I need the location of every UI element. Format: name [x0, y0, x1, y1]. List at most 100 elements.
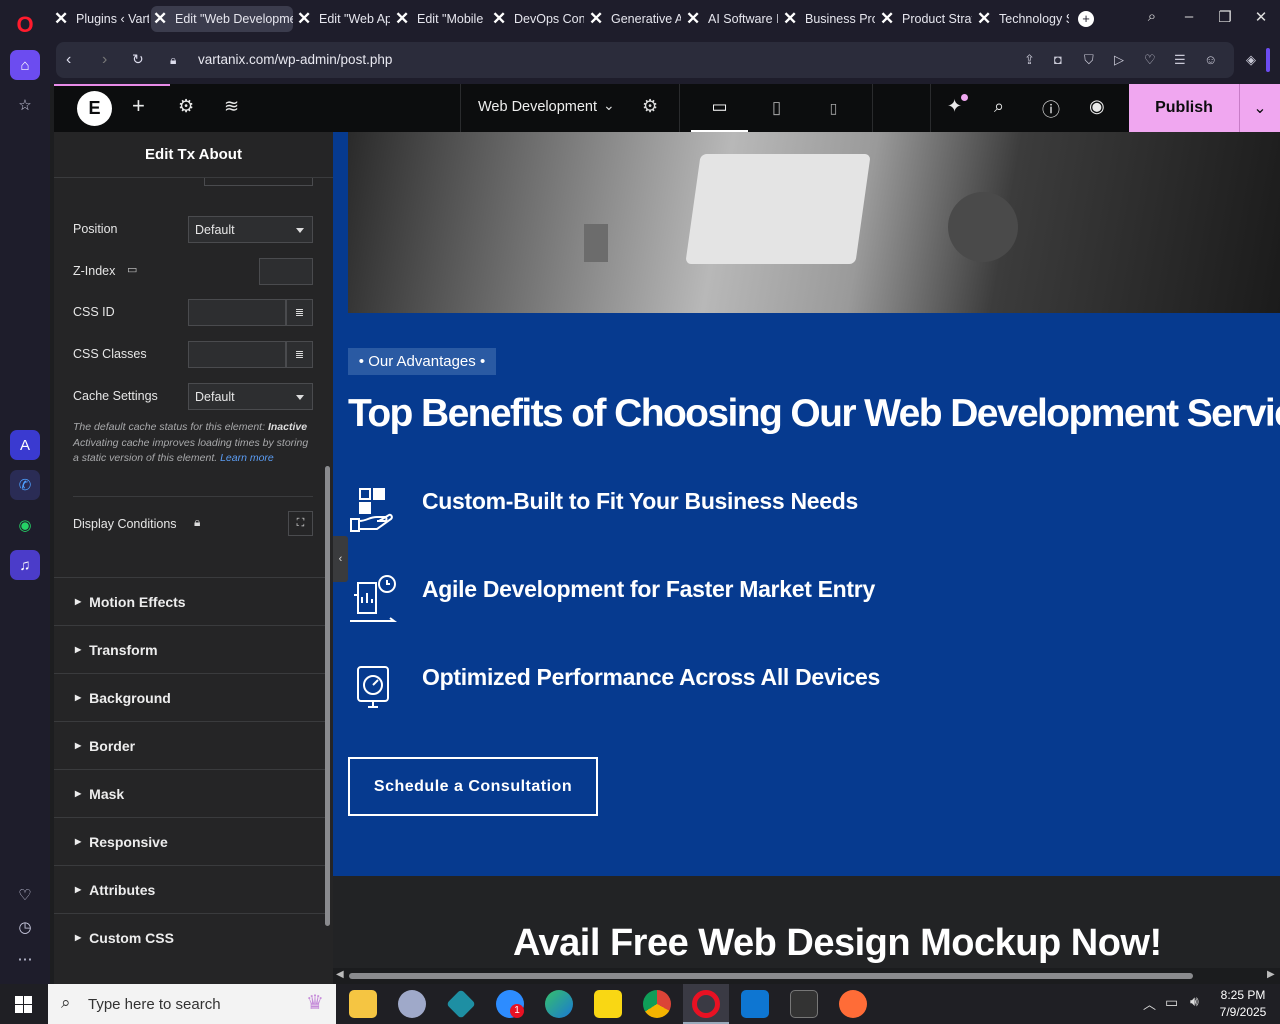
profile-icon[interactable]: ☺: [1204, 52, 1217, 67]
windows-start-icon[interactable]: [15, 996, 32, 1013]
structure-icon[interactable]: ≋: [224, 96, 239, 117]
position-select[interactable]: Default: [188, 216, 313, 243]
tab-edit-web-development[interactable]: ✕ Edit "Web Developme: [151, 6, 293, 32]
back-icon[interactable]: ‹: [66, 51, 71, 69]
address-bar[interactable]: ‹ › ↻ 🔒︎ vartanix.com/wp-admin/post.php …: [56, 42, 1234, 78]
tab-plugins[interactable]: ✕ Plugins ‹ Vart: [54, 6, 149, 32]
tab-technology[interactable]: ✕ Technology S: [977, 6, 1069, 32]
tab-edit-mobile[interactable]: ✕ Edit "Mobile: [395, 6, 487, 32]
network-icon[interactable]: ▭: [1165, 994, 1178, 1011]
display-conditions-button[interactable]: ⛶: [288, 511, 313, 536]
opera-icon[interactable]: [692, 990, 720, 1018]
more-icon[interactable]: ⋯: [10, 944, 40, 974]
file-explorer-icon[interactable]: [349, 990, 377, 1018]
mobile-view-button[interactable]: ▯: [805, 84, 862, 132]
tray-chevron-icon[interactable]: ︿: [1143, 994, 1156, 1013]
preview-eye-icon[interactable]: ◉: [1089, 96, 1105, 117]
home-icon[interactable]: ⌂: [10, 50, 40, 80]
close-window-button[interactable]: ✕: [1249, 8, 1273, 30]
tab-ai-software[interactable]: ✕ AI Software I: [686, 6, 778, 32]
forward-icon[interactable]: ›: [102, 51, 107, 69]
heart-icon[interactable]: ♡: [10, 880, 40, 910]
section-label: Responsive: [89, 833, 168, 850]
elementor-logo-icon[interactable]: Ε: [77, 91, 112, 126]
taskbar-clock[interactable]: 8:25 PM 7/9/2025: [1212, 987, 1274, 1021]
section-border[interactable]: ▶ Border: [54, 721, 326, 769]
star-icon[interactable]: ☆: [10, 90, 40, 120]
app-diamond-icon[interactable]: [446, 989, 476, 1019]
scroll-left-arrow-icon[interactable]: ◀: [336, 969, 344, 980]
desktop-responsive-icon[interactable]: ▭: [127, 263, 137, 276]
schedule-consultation-button[interactable]: Schedule a Consultation: [348, 757, 598, 816]
whatsapp-icon[interactable]: ◉: [10, 510, 40, 540]
collapse-panel-chevron-icon[interactable]: ‹: [333, 536, 348, 582]
tab-title: Edit "Web Ap: [319, 12, 390, 26]
section-transform[interactable]: ▶ Transform: [54, 625, 326, 673]
chrome-icon[interactable]: [643, 990, 671, 1018]
section-attributes[interactable]: ▶ Attributes: [54, 865, 326, 913]
terminal-icon[interactable]: [790, 990, 818, 1018]
opera-logo-icon[interactable]: O: [10, 10, 40, 40]
snapshot-icon[interactable]: ◘: [1054, 52, 1062, 67]
tab-product-strategy[interactable]: ✕ Product Strat: [880, 6, 972, 32]
restore-button[interactable]: ❐: [1213, 8, 1237, 30]
tablet-view-button[interactable]: ▯: [748, 84, 805, 132]
volume-icon[interactable]: 🔊︎: [1190, 993, 1199, 1010]
tab-generative-ai[interactable]: ✕ Generative A: [589, 6, 681, 32]
tab-business-pro[interactable]: ✕ Business Pro: [783, 6, 875, 32]
history-icon[interactable]: ◷: [10, 912, 40, 942]
section-motion-effects[interactable]: ▶ Motion Effects: [54, 577, 326, 625]
elementor-tab-icon: ✕: [589, 9, 604, 28]
adblock-icon[interactable]: ⛉: [1084, 52, 1094, 68]
add-element-icon[interactable]: +: [132, 93, 145, 119]
page-selector[interactable]: Web Development ⌄ ⚙: [460, 84, 680, 132]
edge-icon[interactable]: [545, 990, 573, 1018]
paint-app-icon[interactable]: [398, 990, 426, 1018]
panel-scrollbar[interactable]: [325, 466, 330, 926]
section-mask[interactable]: ▶ Mask: [54, 769, 326, 817]
section-background[interactable]: ▶ Background: [54, 673, 326, 721]
tab-title: Plugins ‹ Vart: [76, 12, 149, 26]
vscode-icon[interactable]: [741, 990, 769, 1018]
publish-button[interactable]: Publish: [1129, 84, 1239, 132]
canvas-horizontal-scrollbar[interactable]: ◀ ▶: [333, 968, 1280, 984]
zindex-input[interactable]: [259, 258, 313, 285]
section-responsive[interactable]: ▶ Responsive: [54, 817, 326, 865]
notifications-icon[interactable]: ✦: [947, 96, 962, 117]
publish-options-chevron-icon[interactable]: ⌄: [1239, 84, 1280, 132]
dynamic-tags-icon[interactable]: ≣: [286, 341, 313, 368]
scroll-right-arrow-icon[interactable]: ▶: [1267, 969, 1275, 980]
new-tab-button[interactable]: +: [1078, 11, 1094, 27]
site-settings-icon[interactable]: ⚙: [178, 96, 194, 117]
favorite-icon[interactable]: ♡: [1144, 52, 1156, 68]
music-icon[interactable]: ♫: [10, 550, 40, 580]
reload-icon[interactable]: ↻: [132, 51, 144, 68]
messenger-icon[interactable]: ✆: [10, 470, 40, 500]
section-custom-css[interactable]: ▶ Custom CSS: [54, 913, 326, 961]
help-icon[interactable]: ⓘ: [1042, 96, 1060, 122]
cache-settings-select[interactable]: Default: [188, 383, 313, 410]
scrollbar-thumb[interactable]: [349, 973, 1193, 979]
cssid-input[interactable]: [188, 299, 286, 326]
search-icon[interactable]: ⌕: [994, 96, 1004, 117]
learn-more-link[interactable]: Learn more: [220, 452, 274, 464]
easy-setup-icon[interactable]: ☰: [1174, 52, 1186, 68]
sticky-notes-icon[interactable]: [594, 990, 622, 1018]
section-label: Custom CSS: [89, 929, 174, 946]
aria-icon[interactable]: A: [10, 430, 40, 460]
play-icon[interactable]: ▷: [1114, 52, 1124, 68]
tab-devops[interactable]: ✕ DevOps Con: [492, 6, 584, 32]
share-icon[interactable]: ⇪: [1024, 52, 1035, 68]
dynamic-tags-icon[interactable]: ≣: [286, 299, 313, 326]
desktop-view-button[interactable]: ▭: [691, 84, 748, 132]
page-settings-icon[interactable]: ⚙: [642, 96, 658, 117]
minimize-button[interactable]: –: [1177, 8, 1201, 30]
cssclasses-input[interactable]: [188, 341, 286, 368]
url-text[interactable]: vartanix.com/wp-admin/post.php: [198, 52, 392, 67]
taskbar-search-box[interactable]: ⌕ Type here to search ♛: [48, 984, 336, 1024]
extensions-icon[interactable]: ◈: [1246, 52, 1256, 68]
section-label: Border: [89, 737, 136, 754]
search-tabs-icon[interactable]: ⌕: [1140, 8, 1164, 30]
postman-icon[interactable]: [839, 990, 867, 1018]
tab-edit-web-app[interactable]: ✕ Edit "Web Ap: [297, 6, 390, 32]
